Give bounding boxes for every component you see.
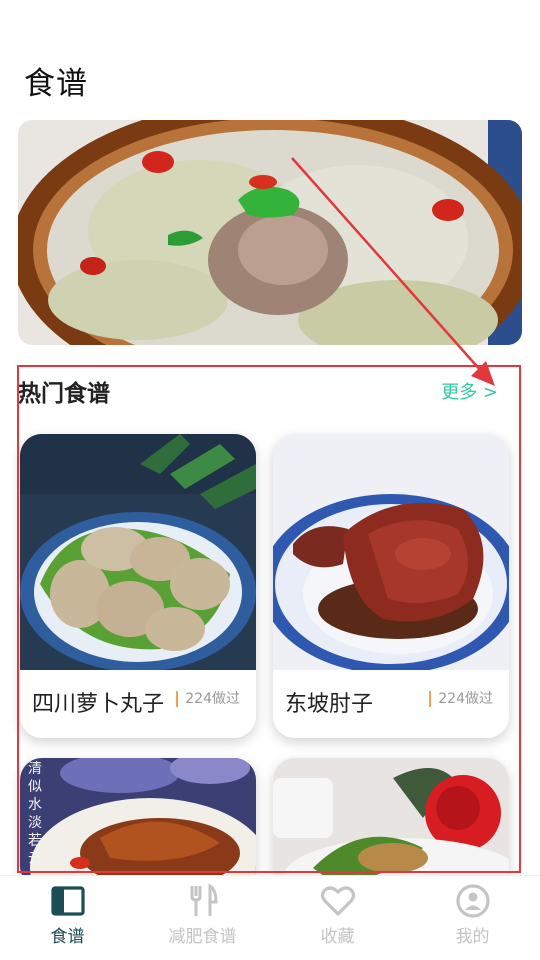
tab-label: 我的 <box>455 927 490 947</box>
hot-recipes-header: 热门食谱 更多 > <box>18 372 498 412</box>
tab-favorites[interactable]: 收藏 <box>270 876 405 960</box>
recipe-image <box>273 434 509 670</box>
recipe-name: 东坡肘子 <box>285 692 374 717</box>
bottom-tab-bar: 食谱 减肥食谱 收藏 我的 <box>0 875 540 960</box>
recipe-card[interactable]: 清 似 水 淡 若 云 <box>20 758 256 888</box>
recipe-book-icon <box>51 886 85 916</box>
section-title: 热门食谱 <box>18 381 110 407</box>
heart-icon <box>320 886 356 916</box>
made-count: 224做过 <box>429 691 493 707</box>
recipe-name: 四川萝卜丸子 <box>32 692 165 717</box>
recipe-card[interactable]: 四川萝卜丸子 224做过 <box>20 434 256 738</box>
recipe-card[interactable]: 东坡肘子 224做过 <box>273 434 509 738</box>
more-link[interactable]: 更多 > <box>441 378 498 404</box>
made-count: 224做过 <box>176 691 240 707</box>
recipe-card[interactable] <box>273 758 509 888</box>
tab-profile[interactable]: 我的 <box>405 876 540 960</box>
profile-icon <box>456 884 490 918</box>
tab-diet-recipes[interactable]: 减肥食谱 <box>135 876 270 960</box>
tab-label: 减肥食谱 <box>168 927 237 947</box>
tab-label: 食谱 <box>50 927 85 947</box>
recipe-image <box>20 758 256 888</box>
card3-overlay-text: 清 似 水 淡 若 云 <box>28 761 42 867</box>
tab-recipes[interactable]: 食谱 <box>0 876 135 960</box>
fork-knife-icon <box>190 883 218 916</box>
tab-label: 收藏 <box>320 927 355 947</box>
recipe-image <box>20 434 256 670</box>
recipe-image <box>273 758 509 888</box>
page-title: 食谱 <box>24 66 88 102</box>
banner-image[interactable] <box>18 120 522 345</box>
